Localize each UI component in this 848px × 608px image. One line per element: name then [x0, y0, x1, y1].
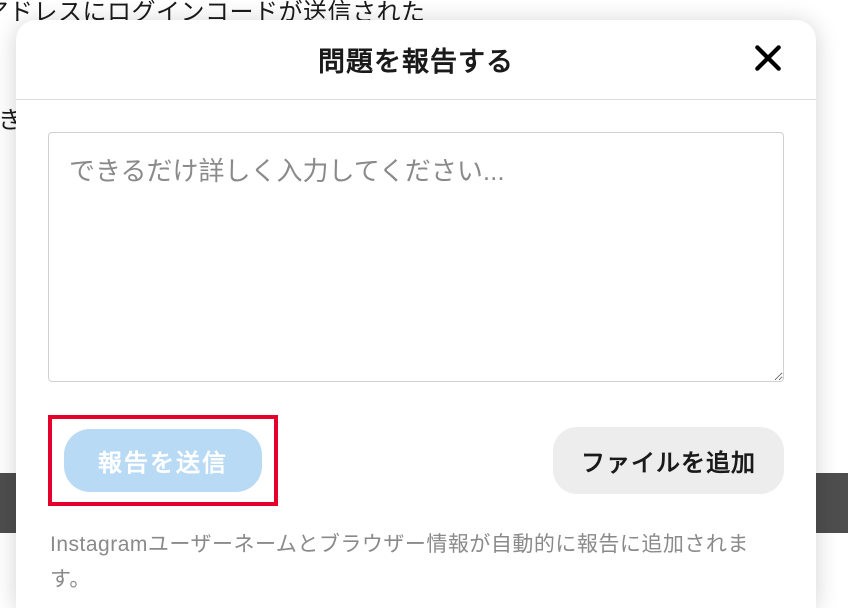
- report-description-input[interactable]: [48, 132, 784, 382]
- submit-report-button[interactable]: 報告を送信: [64, 429, 262, 492]
- modal-body: [16, 100, 816, 387]
- disclaimer-text: Instagramユーザーネームとブラウザー情報が自動的に報告に追加されます。: [16, 506, 816, 597]
- add-file-button[interactable]: ファイルを追加: [553, 427, 784, 494]
- button-row: 報告を送信 ファイルを追加: [16, 415, 816, 506]
- modal-title: 問題を報告する: [318, 40, 514, 79]
- close-button[interactable]: [748, 40, 788, 80]
- report-problem-modal: 問題を報告する 報告を送信 ファイルを追加 Instagramユーザーネームとブ…: [16, 20, 816, 608]
- close-icon: [752, 42, 784, 77]
- submit-highlight-annotation: 報告を送信: [48, 415, 278, 506]
- modal-header: 問題を報告する: [16, 20, 816, 100]
